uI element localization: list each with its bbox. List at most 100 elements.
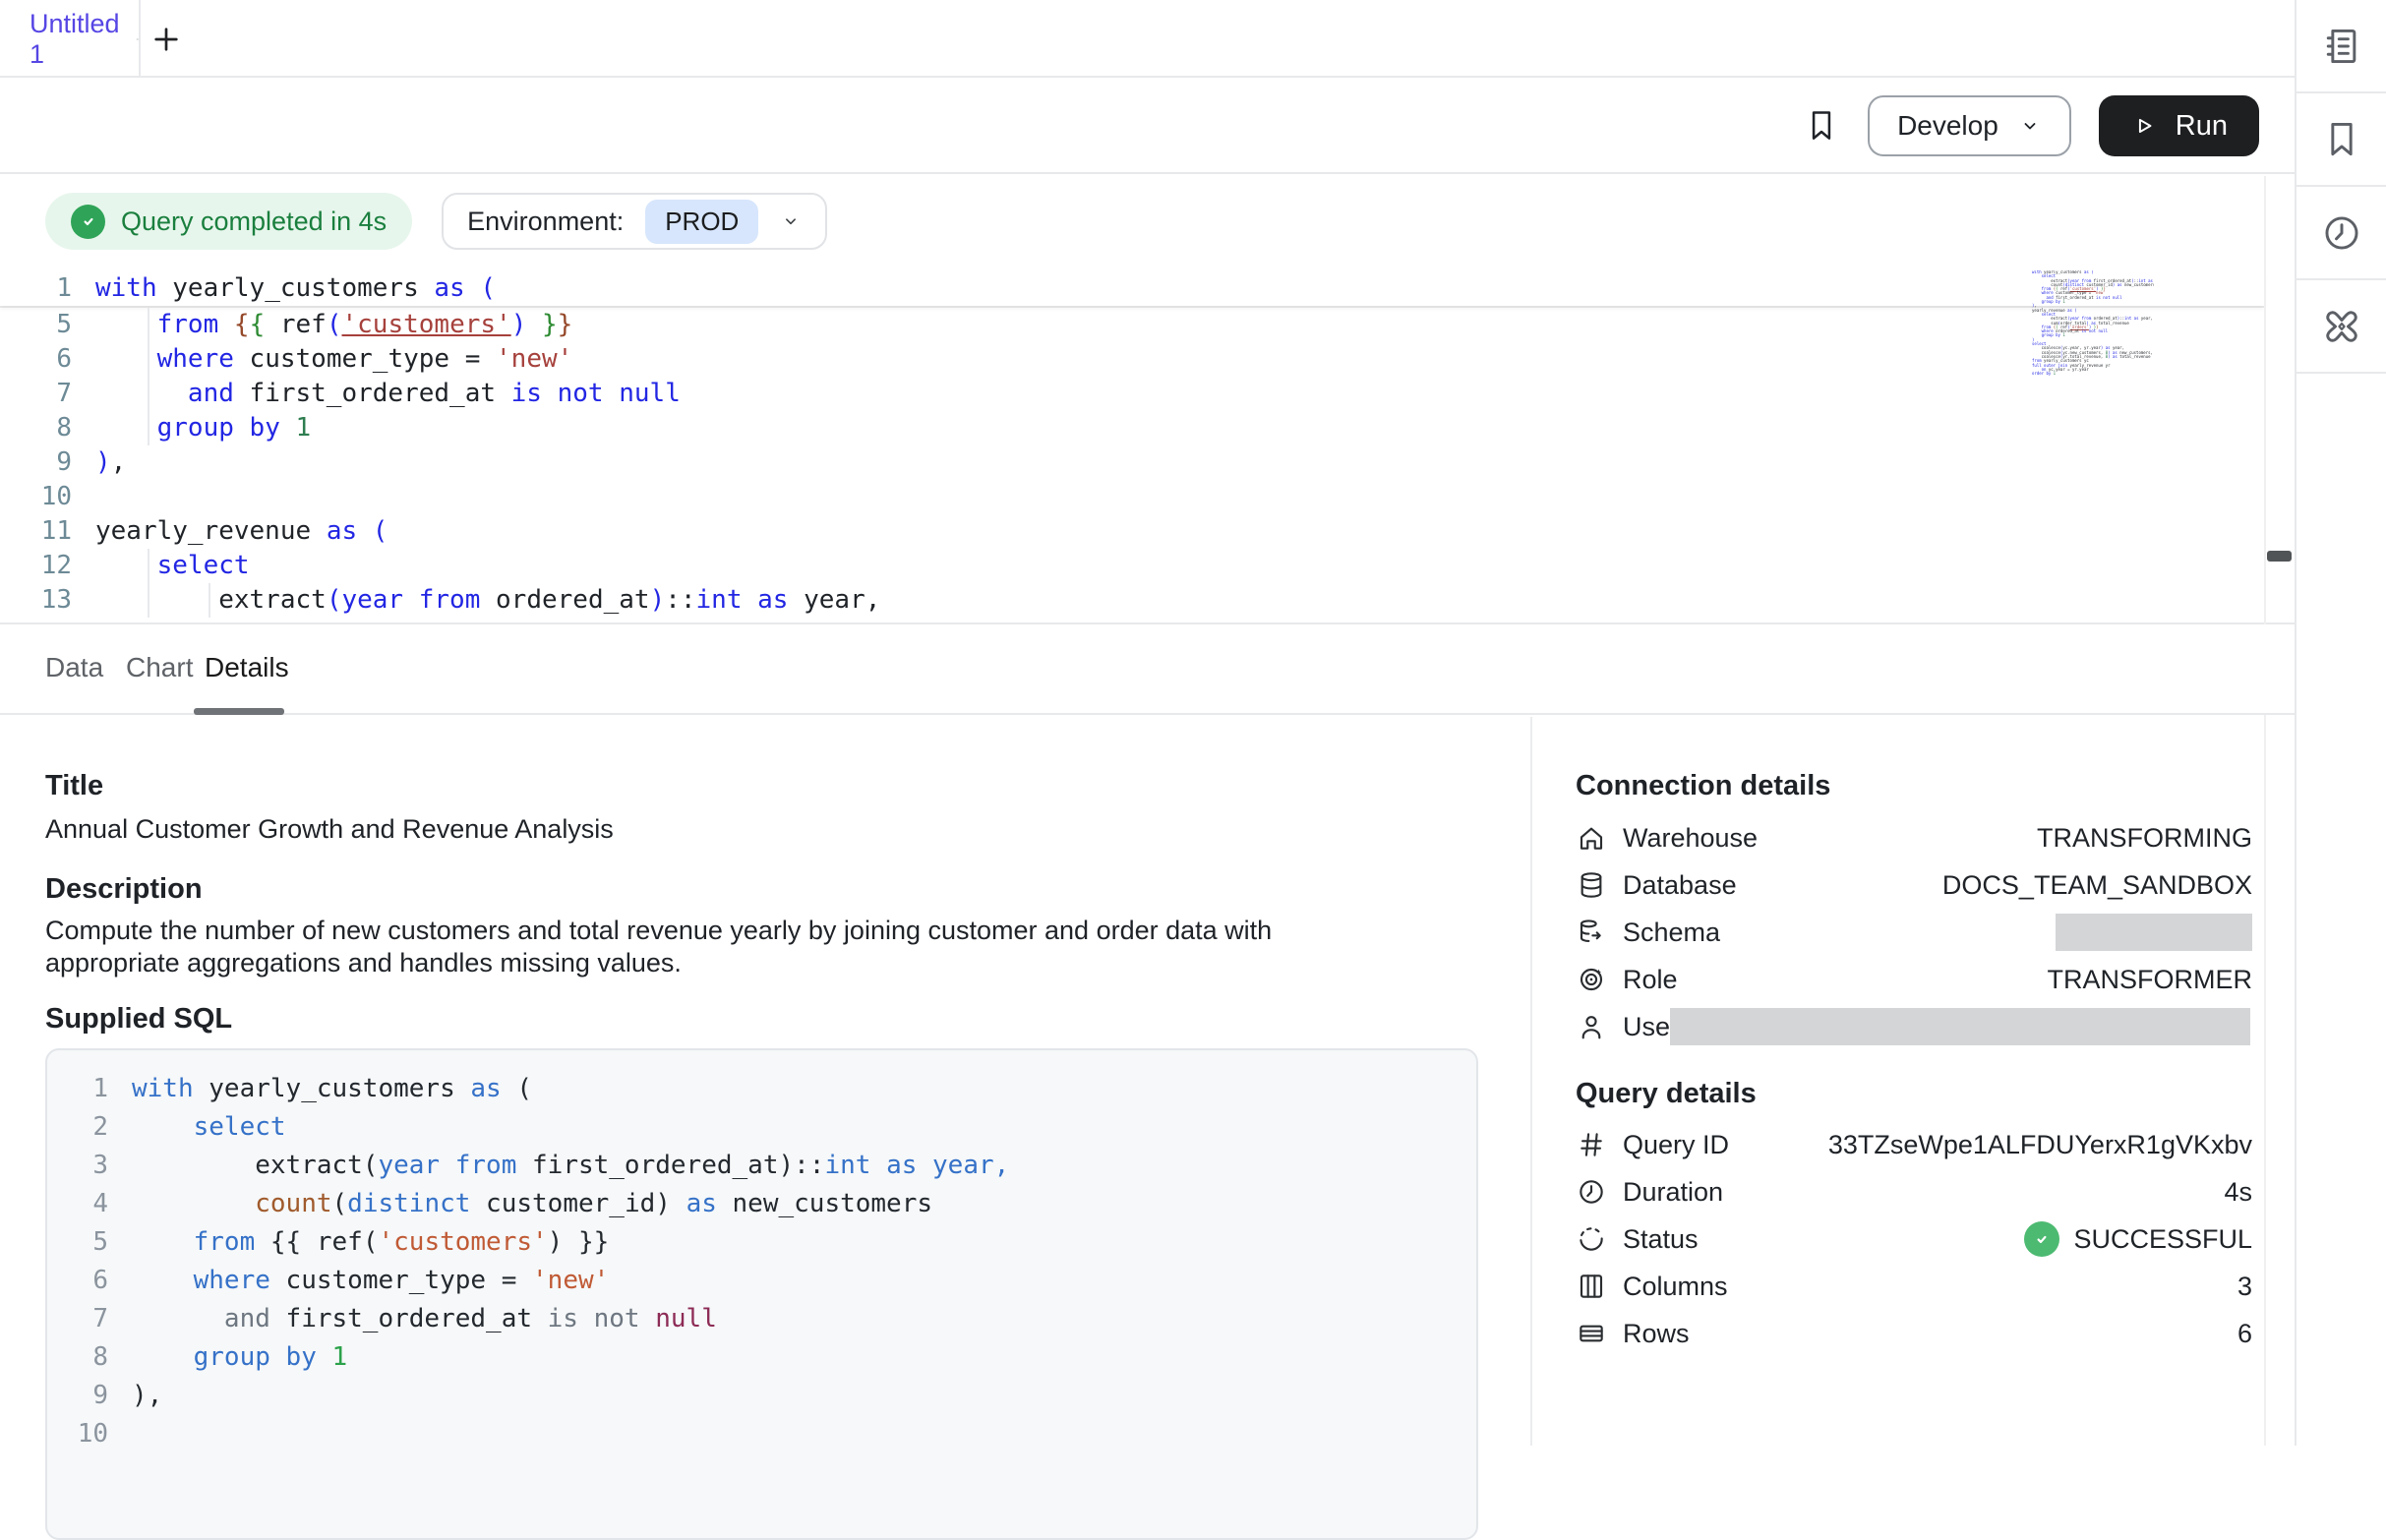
rows-icon bbox=[1576, 1318, 1607, 1349]
description-heading: Description bbox=[45, 873, 203, 906]
sidebar-button-bookmark[interactable] bbox=[2297, 93, 2386, 187]
develop-button[interactable]: Develop bbox=[1868, 95, 2071, 156]
line-number: 9 bbox=[47, 1377, 108, 1415]
detail-row-rows: Rows6 bbox=[1576, 1314, 2252, 1353]
query-details-heading: Query details bbox=[1576, 1078, 1757, 1110]
code-line: 8 group by 1 bbox=[47, 1338, 1476, 1377]
develop-label: Develop bbox=[1897, 110, 1998, 142]
description-value: Compute the number of new customers and … bbox=[45, 915, 1393, 979]
run-label: Run bbox=[2176, 110, 2228, 143]
tab-bar: Untitled 1 bbox=[0, 0, 2295, 78]
run-button[interactable]: Run bbox=[2099, 95, 2259, 156]
code-line: 10 bbox=[47, 1415, 1476, 1453]
connection-details-heading: Connection details bbox=[1576, 770, 1830, 802]
code-line: 13 extract(year from ordered_at)::int as… bbox=[0, 583, 2264, 618]
line-number: 9 bbox=[0, 445, 72, 480]
sidebar-button-history[interactable] bbox=[2297, 187, 2386, 280]
close-icon[interactable] bbox=[136, 27, 139, 52]
detail-value: 33TZseWpe1ALFDUYerxR1gVKxbv bbox=[1828, 1130, 2252, 1160]
line-number: 7 bbox=[0, 377, 72, 411]
hash-icon bbox=[1576, 1129, 1607, 1160]
detail-label: Role bbox=[1623, 965, 1678, 995]
status-row: Query completed in 4s Environment: PROD bbox=[45, 193, 827, 250]
detail-row-status: StatusSUCCESSFUL bbox=[1576, 1219, 2252, 1259]
detail-label: Duration bbox=[1623, 1177, 1723, 1208]
bookmark-icon bbox=[2320, 118, 2363, 161]
detail-label: Query ID bbox=[1623, 1130, 1729, 1160]
tab-details[interactable]: Details bbox=[205, 652, 289, 683]
line-number: 5 bbox=[0, 308, 72, 342]
detail-value: TRANSFORMING bbox=[2037, 823, 2252, 854]
toolbar: Develop Run bbox=[0, 80, 2295, 174]
detail-label: Rows bbox=[1623, 1319, 1690, 1349]
history-icon bbox=[2320, 211, 2363, 255]
redacted-value bbox=[1670, 1008, 2250, 1045]
environment-selector[interactable]: Environment: PROD bbox=[442, 193, 827, 250]
detail-value: DOCS_TEAM_SANDBOX bbox=[1942, 870, 2252, 901]
detail-label: Database bbox=[1623, 870, 1737, 901]
detail-row-query-id: Query ID 33TZseWpe1ALFDUYerxR1gVKxbv bbox=[1576, 1125, 2252, 1164]
tab-chart[interactable]: Chart bbox=[126, 652, 193, 683]
detail-row-role: Role TRANSFORMER bbox=[1576, 960, 2252, 999]
sql-editor[interactable]: Query completed in 4s Environment: PROD … bbox=[0, 176, 2264, 624]
code-line: 1with yearly_customers as ( bbox=[47, 1070, 1476, 1108]
line-number: 5 bbox=[47, 1223, 108, 1262]
bookmark-icon[interactable] bbox=[1803, 107, 1840, 145]
clock-icon bbox=[1576, 1176, 1607, 1208]
code-line: 9), bbox=[0, 445, 2264, 480]
line-number: 1 bbox=[47, 1070, 108, 1108]
code-line: 2 select bbox=[47, 1108, 1476, 1147]
scrollbar-thumb[interactable] bbox=[2267, 551, 2292, 562]
chevron-down-icon bbox=[2018, 114, 2042, 138]
warehouse-icon bbox=[1576, 822, 1607, 854]
code-line: 7 and first_ordered_at is not null bbox=[0, 377, 2264, 411]
chevron-down-icon bbox=[780, 210, 802, 232]
tab-data[interactable]: Data bbox=[45, 652, 103, 683]
tab-untitled-1[interactable]: Untitled 1 bbox=[0, 0, 141, 78]
code-line: 3 extract(year from first_ordered_at)::i… bbox=[47, 1147, 1476, 1185]
detail-value: 3 bbox=[2237, 1272, 2252, 1302]
code-area: 1with yearly_customers as ( 5 from {{ re… bbox=[0, 271, 2264, 618]
line-number: 10 bbox=[47, 1415, 108, 1453]
detail-row-user: User bbox=[1576, 1007, 2252, 1046]
editor-minimap[interactable]: with yearly_customers as ( select extrac… bbox=[2032, 270, 2154, 386]
spinner-icon bbox=[1576, 1223, 1607, 1255]
scroll-gutter bbox=[2264, 176, 2266, 1446]
detail-label: Schema bbox=[1623, 918, 1720, 948]
detail-label: Columns bbox=[1623, 1272, 1728, 1302]
new-tab-button[interactable] bbox=[148, 21, 185, 58]
database-icon bbox=[1576, 869, 1607, 901]
editor-lines: 5 from {{ ref('customers') }}6 where cus… bbox=[0, 308, 2264, 618]
sticky-scope-line: 1with yearly_customers as ( bbox=[0, 271, 2264, 306]
supplied-sql-block: 1with yearly_customers as (2 select3 ext… bbox=[45, 1048, 1478, 1540]
code-line: 9), bbox=[47, 1377, 1476, 1415]
line-number: 13 bbox=[0, 583, 72, 618]
query-status-pill: Query completed in 4s bbox=[45, 193, 412, 250]
detail-row-warehouse: Warehouse TRANSFORMING bbox=[1576, 818, 2252, 858]
line-number: 8 bbox=[0, 411, 72, 445]
line-number: 8 bbox=[47, 1338, 108, 1377]
detail-row-database: Database DOCS_TEAM_SANDBOX bbox=[1576, 865, 2252, 905]
detail-label: Warehouse bbox=[1623, 823, 1758, 854]
query-status-text: Query completed in 4s bbox=[121, 207, 387, 237]
code-line: 8 group by 1 bbox=[0, 411, 2264, 445]
code-line: 6 where customer_type = 'new' bbox=[47, 1262, 1476, 1300]
code-line: 4 count(distinct customer_id) as new_cus… bbox=[47, 1185, 1476, 1223]
sidebar-button-notebook[interactable] bbox=[2297, 0, 2386, 93]
line-number: 12 bbox=[0, 549, 72, 583]
schema-icon bbox=[1576, 917, 1607, 948]
detail-value: TRANSFORMER bbox=[2048, 965, 2253, 995]
result-tabs: Data Chart Details bbox=[0, 624, 2295, 715]
line-number: 2 bbox=[47, 1108, 108, 1147]
line-number: 6 bbox=[47, 1262, 108, 1300]
code-line: 5 from {{ ref('customers') }} bbox=[47, 1223, 1476, 1262]
environment-label: Environment: bbox=[467, 207, 624, 237]
code-line: 5 from {{ ref('customers') }} bbox=[0, 308, 2264, 342]
detail-row-duration: Duration4s bbox=[1576, 1172, 2252, 1212]
notebook-icon bbox=[2320, 25, 2363, 68]
details-divider bbox=[1530, 717, 1532, 1446]
code-line: 12 select bbox=[0, 549, 2264, 583]
line-number: 6 bbox=[0, 342, 72, 377]
sidebar-button-compass[interactable] bbox=[2297, 280, 2386, 374]
check-circle-icon bbox=[71, 205, 105, 239]
